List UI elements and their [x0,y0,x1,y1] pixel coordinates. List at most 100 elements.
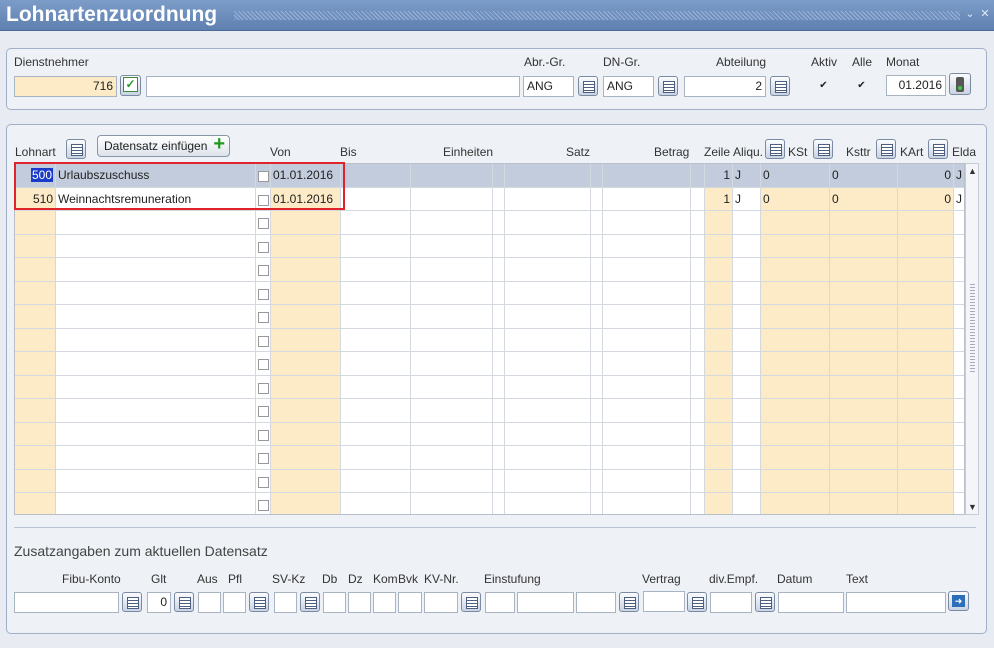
cell-einh2[interactable] [493,211,505,234]
vertical-scrollbar[interactable]: ▲ ▼ [965,163,979,515]
cell-ksttr[interactable] [830,469,898,492]
cell-elda[interactable] [954,423,964,446]
einstufung-field-2[interactable] [517,592,574,613]
table-row[interactable] [15,234,964,258]
cell-bezeichnung[interactable] [56,446,256,469]
cell-chk[interactable] [256,211,271,234]
cell-lohnart[interactable] [15,328,56,351]
pfl-field[interactable] [223,592,246,613]
cell-bis[interactable] [341,305,411,328]
cell-satz2[interactable] [591,187,603,210]
cell-bezeichnung[interactable] [56,258,256,281]
table-row[interactable] [15,469,964,493]
cell-bezeichnung[interactable] [56,399,256,422]
cell-ksttr[interactable] [830,352,898,375]
cell-von[interactable] [271,375,341,398]
cell-bezeichnung[interactable] [56,493,256,514]
cell-betrag2[interactable] [691,281,705,304]
cell-betrag2[interactable] [691,469,705,492]
cell-kst[interactable] [761,305,830,328]
row-checkbox[interactable] [258,241,269,253]
cell-bis[interactable] [341,352,411,375]
cell-satz2[interactable] [591,328,603,351]
cell-zeile[interactable] [705,281,733,304]
dienstnehmer-field[interactable]: 716 [14,76,117,97]
cell-kst[interactable] [761,446,830,469]
cell-ksttr[interactable] [830,305,898,328]
cell-kart[interactable] [898,399,954,422]
calendar-icon[interactable] [66,139,86,159]
cell-zeile[interactable] [705,258,733,281]
table-row[interactable] [15,281,964,305]
row-checkbox[interactable] [258,406,269,417]
cell-satz1[interactable] [505,352,591,375]
cell-einh1[interactable] [411,375,493,398]
cell-betrag2[interactable] [691,211,705,234]
cell-kst[interactable] [761,352,830,375]
cell-betrag[interactable] [603,446,691,469]
cell-ksttr[interactable] [830,446,898,469]
table-row[interactable] [15,446,964,470]
cell-einh2[interactable] [493,281,505,304]
cell-bezeichnung[interactable] [56,469,256,492]
cell-lohnart[interactable] [15,258,56,281]
cell-ksttr[interactable] [830,328,898,351]
cell-kart[interactable] [898,469,954,492]
cell-aliqu[interactable] [733,399,761,422]
calendar-icon[interactable] [770,76,790,96]
cell-bezeichnung[interactable] [56,328,256,351]
cell-lohnart[interactable] [15,234,56,257]
row-checkbox[interactable] [258,312,269,323]
cell-einh2[interactable] [493,469,505,492]
row-checkbox[interactable] [258,265,269,276]
scroll-up-icon[interactable]: ▲ [968,166,977,176]
table-row[interactable] [15,258,964,282]
minimize-icon[interactable]: ⌄ [964,7,976,21]
calendar-icon[interactable] [813,139,833,159]
cell-einh2[interactable] [493,422,505,445]
cell-kst[interactable] [761,399,830,422]
cell-kst[interactable] [761,281,830,304]
go-button[interactable]: ➜ [948,591,969,611]
cell-betrag2[interactable] [691,187,705,210]
cell-satz2[interactable] [591,422,603,445]
cell-kst[interactable]: 0 [761,187,830,210]
accept-button[interactable]: ✓ [120,75,141,96]
cell-satz1[interactable] [505,234,591,257]
cell-zeile[interactable] [705,422,733,445]
cell-ksttr[interactable] [830,399,898,422]
cell-elda[interactable] [954,446,964,469]
row-checkbox[interactable] [258,382,269,394]
scroll-down-icon[interactable]: ▼ [968,502,977,512]
cell-betrag[interactable] [603,305,691,328]
cell-betrag[interactable] [603,164,691,187]
cell-kart[interactable] [898,375,954,398]
cell-kst[interactable] [761,211,830,234]
table-row[interactable] [15,493,964,514]
cell-betrag[interactable] [603,422,691,445]
cell-satz1[interactable] [505,422,591,445]
table-row[interactable] [15,352,964,376]
cell-lohnart[interactable] [15,352,56,375]
cell-betrag[interactable] [603,375,691,398]
cell-elda[interactable]: J [954,164,964,187]
cell-elda[interactable] [954,376,964,399]
cell-kart[interactable] [898,211,954,234]
cell-bezeichnung[interactable] [56,422,256,445]
add-record-button[interactable]: Datensatz einfügen + [97,134,230,157]
datum-field[interactable] [778,592,844,613]
cell-von[interactable] [271,281,341,304]
cell-ksttr[interactable] [830,493,898,514]
row-checkbox[interactable] [258,359,269,370]
cell-bezeichnung[interactable] [56,352,256,375]
cell-kst[interactable] [761,422,830,445]
cell-satz1[interactable] [505,493,591,514]
cell-kart[interactable] [898,352,954,375]
cell-chk[interactable] [256,281,271,304]
fibu-konto-field[interactable] [14,592,119,613]
cell-bis[interactable] [341,211,411,234]
cell-ksttr[interactable]: 0 [830,187,898,210]
cell-bezeichnung[interactable] [56,234,256,257]
aus-field[interactable] [198,592,221,613]
cell-betrag2[interactable] [691,446,705,469]
